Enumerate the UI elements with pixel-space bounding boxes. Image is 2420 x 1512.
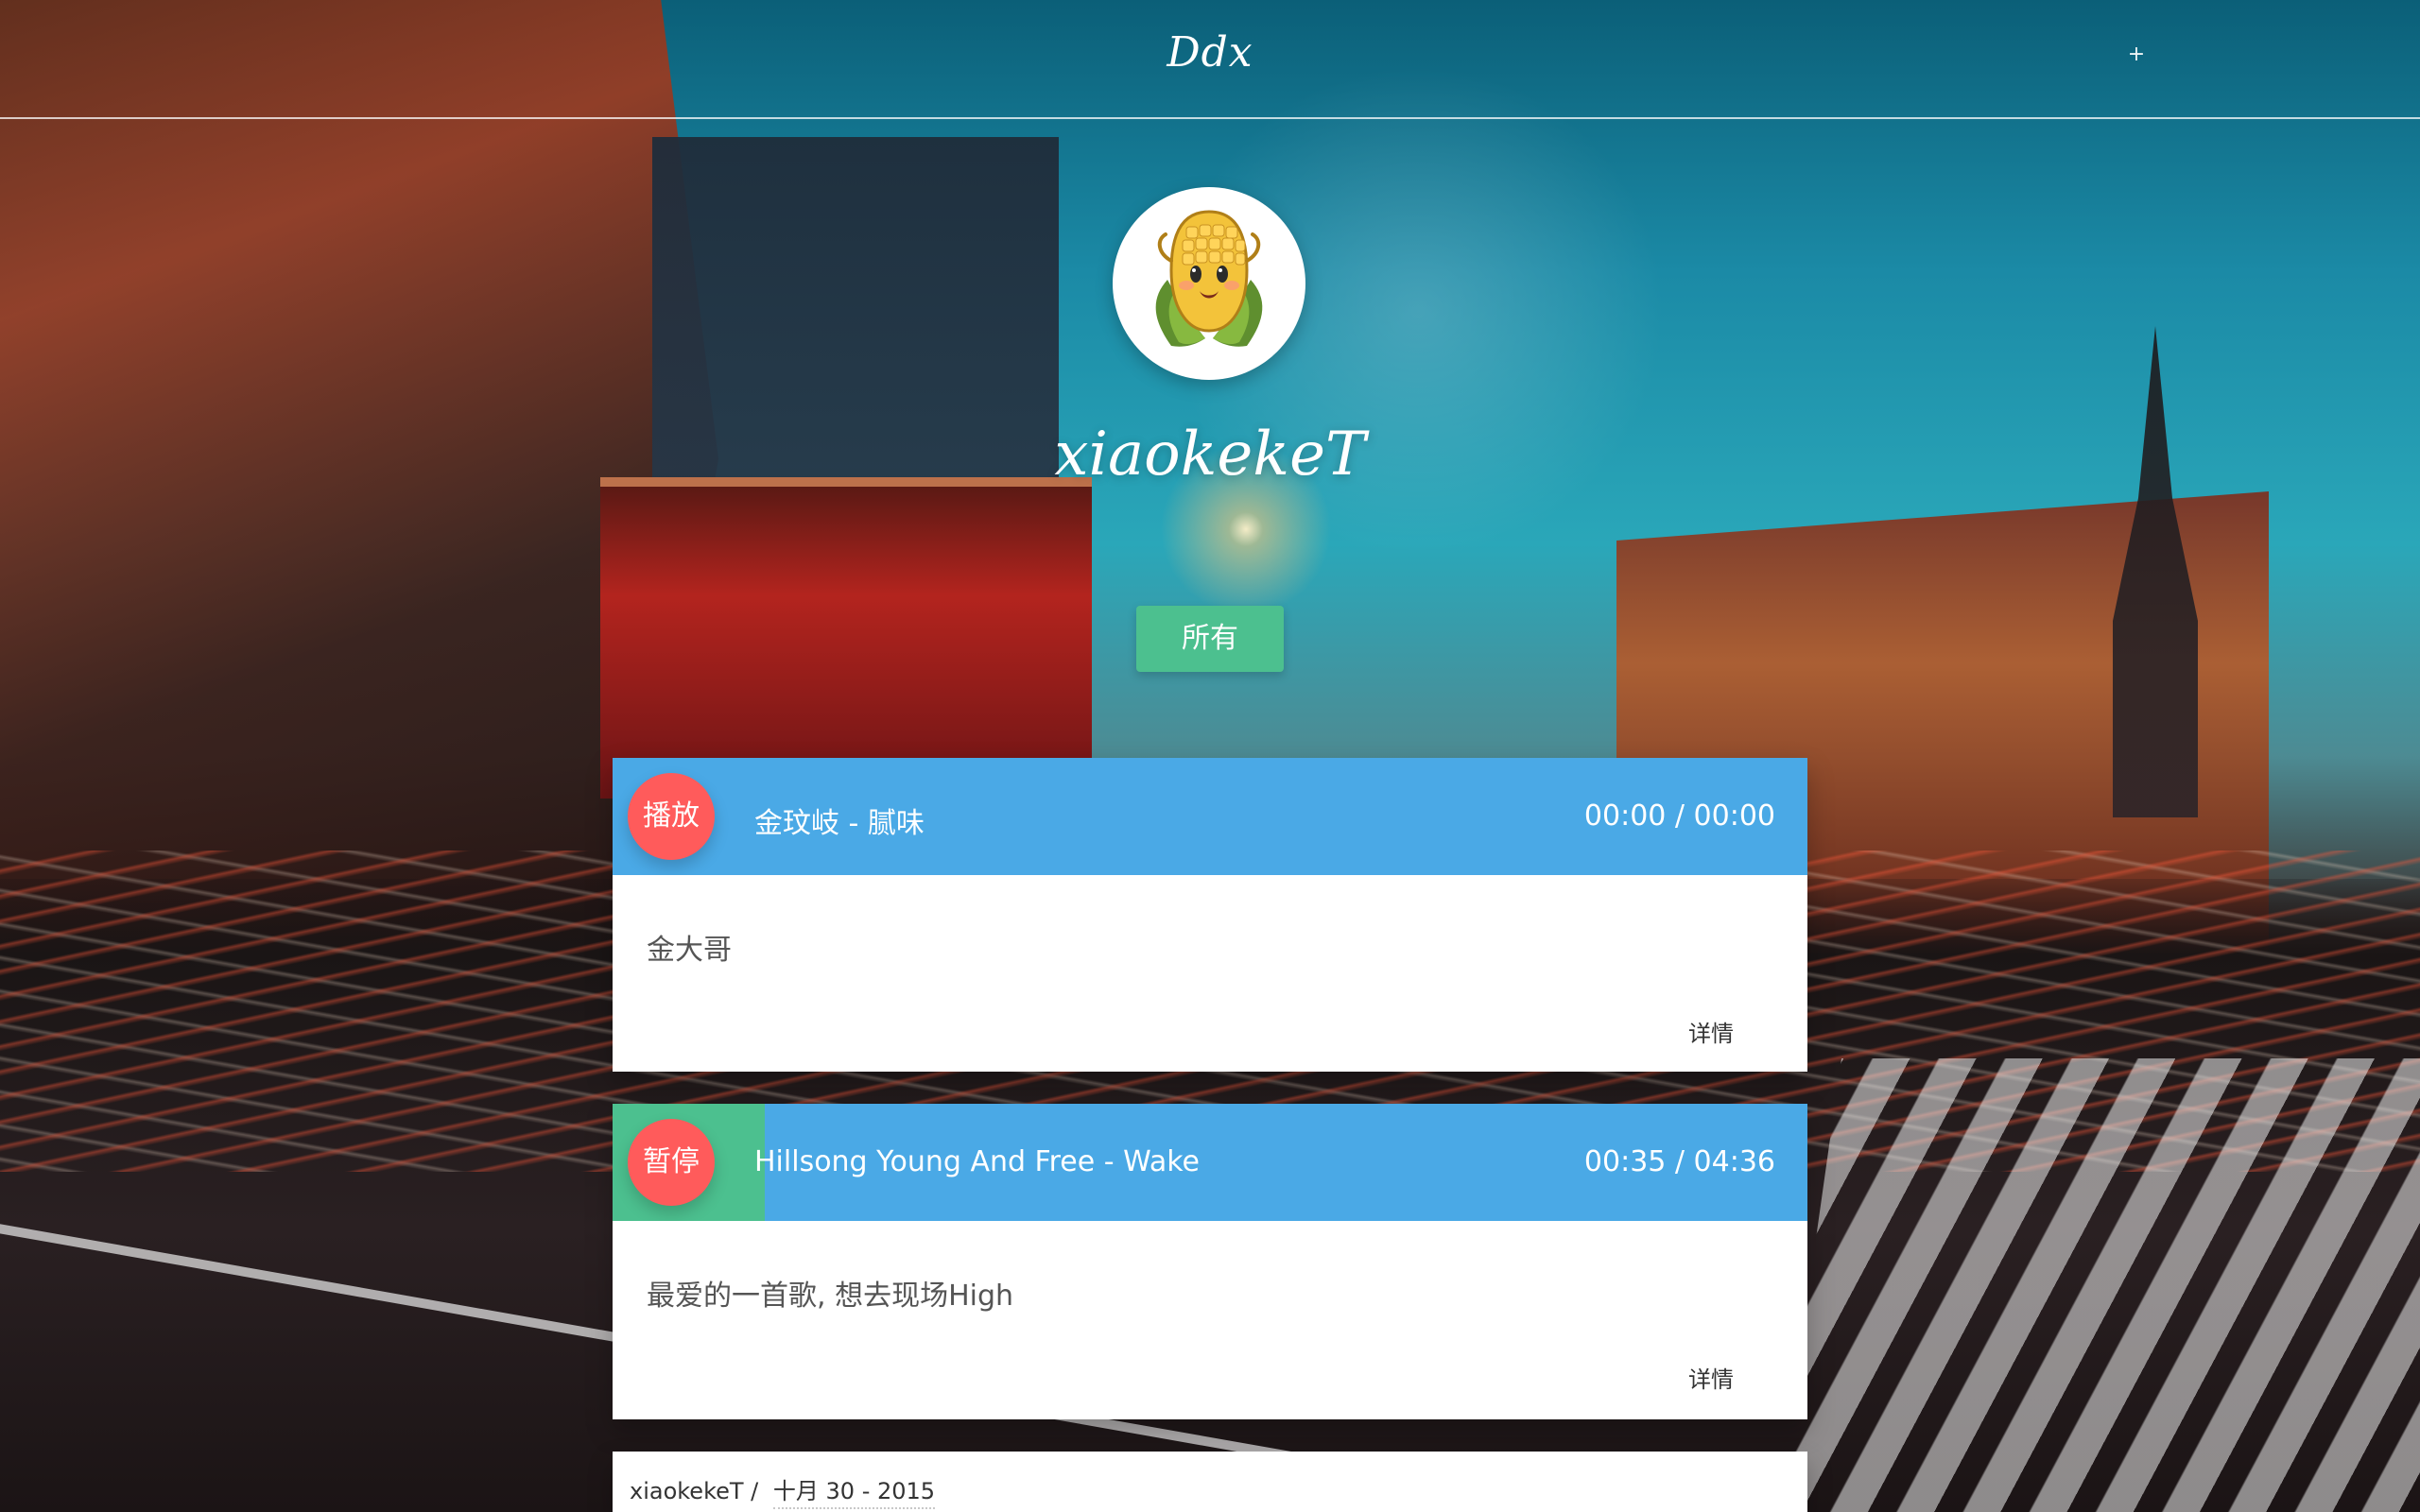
details-link[interactable]: 详情 [1688,1361,1734,1394]
post-date[interactable]: 十月 30 - 2015 [772,1472,936,1509]
background-spire [2113,326,2198,817]
avatar [1113,187,1305,380]
track-title: 金玟岐 - 腻味 [754,807,925,840]
music-player: 播放 金玟岐 - 腻味 00:00 / 00:00 [613,758,1807,875]
details-link[interactable]: 详情 [1688,1015,1734,1048]
background-store [600,477,1092,799]
post-card: 暂停 Hillsong Young And Free - Wake 00:35 … [613,1104,1807,1419]
top-bar: Ddx + [0,0,2420,119]
post-card: xiaokekeT / 十月 30 - 2015 [613,1452,1807,1512]
play-button[interactable]: 播放 [628,773,715,860]
post-meta: xiaokekeT / 十月 30 - 2015 [630,1472,936,1509]
background-crosswalk [1777,1058,2420,1512]
time-readout: 00:35 / 04:36 [1583,1145,1775,1178]
track-title: Hillsong Young And Free - Wake [754,1145,1201,1178]
profile-username: xiaokekeT [1054,420,1366,490]
site-brand[interactable]: Ddx [0,28,2420,77]
pause-button[interactable]: 暂停 [628,1119,715,1206]
time-readout: 00:00 / 00:00 [1583,799,1775,833]
filter-all-button[interactable]: 所有 [1136,606,1284,672]
add-icon[interactable]: + [2125,43,2148,66]
post-author[interactable]: xiaokekeT / [630,1478,758,1504]
corn-mascot-icon [1115,189,1304,378]
post-card: 播放 金玟岐 - 腻味 00:00 / 00:00 金大哥 详情 [613,758,1807,1072]
post-content: 最爱的一首歌, 想去现场High [647,1280,1014,1313]
music-player: 暂停 Hillsong Young And Free - Wake 00:35 … [613,1104,1807,1221]
post-content: 金大哥 [647,934,732,967]
